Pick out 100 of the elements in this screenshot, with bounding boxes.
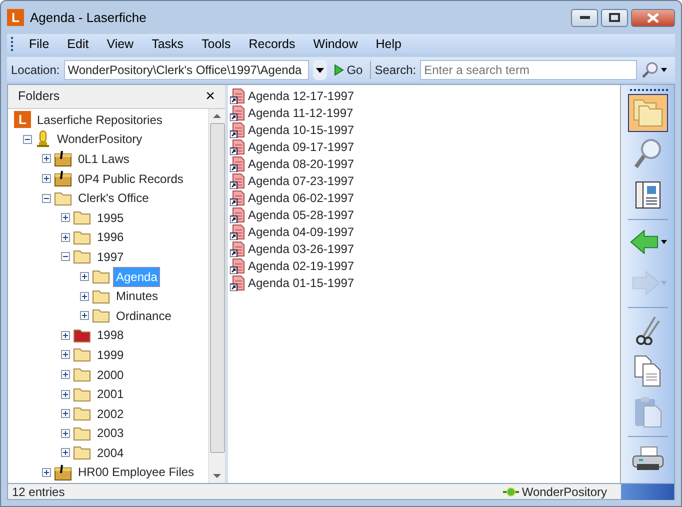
- collapse-icon[interactable]: [61, 252, 70, 262]
- panel-title: Folders: [18, 88, 60, 106]
- copy-icon: [634, 355, 662, 387]
- maximize-icon: [609, 13, 620, 22]
- menu-item[interactable]: Tasks: [142, 34, 193, 54]
- document-name[interactable]: Agenda 04-09-1997: [248, 222, 354, 240]
- document-name[interactable]: Agenda 02-19-1997: [248, 256, 354, 274]
- play-icon: [334, 64, 344, 76]
- tree-item[interactable]: 0L1 Laws: [75, 148, 132, 169]
- expand-icon[interactable]: [80, 272, 89, 282]
- location-label: Location:: [11, 62, 60, 78]
- tree-item[interactable]: Clerk's Office: [75, 188, 152, 208]
- expand-icon[interactable]: [61, 448, 70, 458]
- dropdown-button[interactable]: [312, 60, 327, 80]
- close-icon: [647, 12, 659, 22]
- menu-item[interactable]: Tools: [192, 34, 240, 54]
- collapse-icon[interactable]: [23, 134, 32, 144]
- minimize-button[interactable]: [571, 8, 598, 26]
- expand-icon[interactable]: [80, 292, 89, 301]
- tree-item[interactable]: Ordinance: [113, 306, 174, 326]
- document-name[interactable]: Agenda 11-12-1997: [248, 104, 354, 122]
- document-name[interactable]: Agenda 08-20-1997: [248, 154, 354, 172]
- expand-icon[interactable]: [61, 370, 70, 380]
- search-label: Search:: [374, 62, 416, 78]
- repository-name: WonderPository: [522, 484, 607, 500]
- menu-item[interactable]: File: [20, 34, 58, 54]
- tree-item[interactable]: 1998: [94, 325, 127, 346]
- clipboard-icon: [634, 396, 662, 428]
- expand-icon[interactable]: [61, 390, 70, 399]
- close-button[interactable]: ×: [206, 88, 215, 104]
- collapse-icon[interactable]: [42, 194, 51, 203]
- menu-item[interactable]: Window: [304, 34, 367, 54]
- location-field[interactable]: WonderPository\Clerk's Office\1997\Agenda: [64, 60, 309, 80]
- search-field[interactable]: Enter a search term: [420, 60, 637, 80]
- scrollbar[interactable]: [208, 109, 225, 483]
- tree-item[interactable]: 2002: [94, 404, 127, 424]
- caret-icon: [316, 68, 324, 73]
- menu-item[interactable]: View: [98, 34, 143, 54]
- expand-icon[interactable]: [42, 468, 51, 477]
- expand-icon[interactable]: [42, 154, 51, 164]
- tree-item[interactable]: 0P4 Public Records: [75, 168, 186, 189]
- repository-icon: [35, 130, 51, 148]
- tree-item[interactable]: Laserfiche Repositories: [34, 110, 166, 130]
- document-name[interactable]: Agenda 12-17-1997: [248, 86, 354, 104]
- tree-item[interactable]: 1995: [94, 208, 127, 228]
- cabinet-icon: [54, 150, 72, 168]
- expand-icon[interactable]: [61, 213, 70, 222]
- expand-icon[interactable]: [42, 174, 51, 184]
- document-name[interactable]: Agenda 06-02-1997: [248, 188, 354, 206]
- tree-item[interactable]: Minutes: [113, 286, 162, 306]
- caret-icon: [661, 68, 667, 72]
- shortcut-document-icon: [230, 224, 245, 240]
- tree-item[interactable]: 2000: [94, 364, 127, 385]
- cabinet-icon: [54, 464, 72, 481]
- menu-item[interactable]: Records: [240, 34, 304, 54]
- search-icon: [632, 138, 662, 170]
- tree-item[interactable]: 1997: [94, 246, 127, 267]
- shortcut-document-icon: [230, 138, 245, 154]
- document-name[interactable]: Agenda 01-15-1997: [248, 274, 354, 292]
- close-button[interactable]: [631, 8, 675, 26]
- go-button[interactable]: Go: [330, 60, 366, 78]
- shortcut-document-icon: [230, 274, 245, 290]
- toolbar-button[interactable]: [628, 94, 668, 132]
- shortcut-document-icon: [230, 258, 245, 274]
- tree-item[interactable]: 2003: [94, 423, 127, 444]
- preview-pane-icon: [634, 181, 660, 209]
- back-arrow-icon: [628, 228, 661, 256]
- app-logo: L: [14, 111, 31, 128]
- shortcut-document-icon: [230, 104, 245, 120]
- document-name[interactable]: Agenda 10-15-1997: [248, 120, 354, 138]
- expand-icon[interactable]: [61, 232, 70, 242]
- shortcut-document-icon: [230, 172, 245, 188]
- window-title: Agenda - Laserfiche: [30, 8, 148, 27]
- tree-item[interactable]: 1999: [94, 344, 127, 365]
- tree-item[interactable]: 2001: [94, 384, 127, 404]
- maximize-button[interactable]: [601, 8, 628, 26]
- document-name[interactable]: Agenda 05-28-1997: [248, 206, 354, 224]
- document-name[interactable]: Agenda 07-23-1997: [248, 172, 354, 190]
- tree-item[interactable]: 2004: [94, 442, 127, 463]
- printer-icon: [632, 446, 664, 472]
- tree-item[interactable]: WonderPository: [54, 129, 146, 150]
- tree-item[interactable]: 1996: [94, 227, 127, 248]
- expand-icon[interactable]: [80, 311, 89, 320]
- document-name[interactable]: Agenda 03-26-1997: [248, 240, 354, 258]
- shortcut-document-icon: [230, 122, 245, 138]
- expand-icon[interactable]: [61, 330, 70, 340]
- toolbar-handle[interactable]: [621, 484, 674, 500]
- menu-item[interactable]: Edit: [58, 34, 98, 54]
- shortcut-document-icon: [230, 190, 245, 206]
- expand-icon[interactable]: [61, 350, 70, 360]
- shortcut-document-icon: [230, 240, 245, 256]
- scissors-icon: [634, 315, 660, 345]
- expand-icon[interactable]: [61, 428, 70, 438]
- document-name[interactable]: Agenda 09-17-1997: [248, 138, 354, 156]
- entry-count: 12 entries: [12, 484, 65, 500]
- shortcut-document-icon: [230, 206, 245, 222]
- menu-item[interactable]: Help: [366, 34, 410, 54]
- toolbar-grip[interactable]: [11, 37, 14, 51]
- expand-icon[interactable]: [61, 409, 70, 418]
- tree-item[interactable]: HR00 Employee Files: [75, 462, 198, 482]
